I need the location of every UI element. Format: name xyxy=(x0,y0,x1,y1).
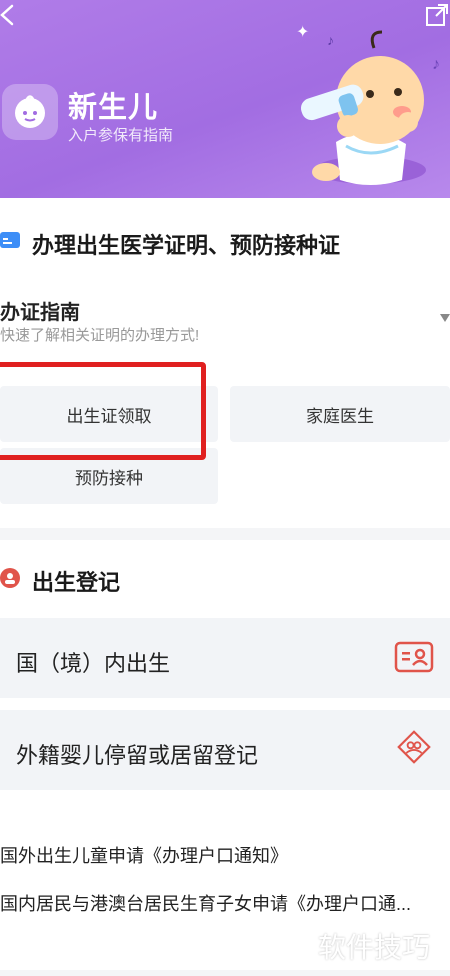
id-card-icon xyxy=(394,641,434,673)
domestic-birth-item[interactable]: 国（境）内出生 xyxy=(0,618,450,698)
page-subtitle: 入户参保有指南 xyxy=(68,127,174,144)
family-doctor-button[interactable]: 家庭医生 xyxy=(230,386,450,442)
id-card-icon xyxy=(0,232,20,248)
foreign-baby-item[interactable]: 外籍婴儿停留或居留登记 xyxy=(0,710,450,790)
chevron-down-icon[interactable] xyxy=(440,314,450,322)
domestic-birth-label: 国（境）内出生 xyxy=(16,651,171,676)
guide-subtitle: 快速了解相关证明的办理方式! xyxy=(0,327,200,344)
page-title: 新生儿 xyxy=(68,92,159,124)
overseas-birth-link[interactable]: 国外出生儿童申请《办理户口通知》 xyxy=(0,842,450,868)
hk-macao-taiwan-link[interactable]: 国内居民与港澳台居民生育子女申请《办理户口通... xyxy=(0,890,450,916)
baby-illustration xyxy=(300,30,426,185)
guide-title[interactable]: 办证指南 xyxy=(0,296,80,325)
registration-icon xyxy=(0,568,20,588)
header-banner: 新生儿 入户参保有指南 ✦ ♪ ♪ xyxy=(0,0,450,198)
watermark: 软件技巧 xyxy=(318,932,431,963)
passport-icon xyxy=(397,730,431,764)
baby-face-icon xyxy=(2,84,58,140)
foreign-baby-label: 外籍婴儿停留或居留登记 xyxy=(16,743,259,768)
certificates-section-title: 办理出生医学证明、预防接种证 xyxy=(32,233,341,258)
highlight-box xyxy=(0,362,206,460)
birth-section-title: 出生登记 xyxy=(32,570,121,595)
back-icon[interactable] xyxy=(0,2,22,28)
